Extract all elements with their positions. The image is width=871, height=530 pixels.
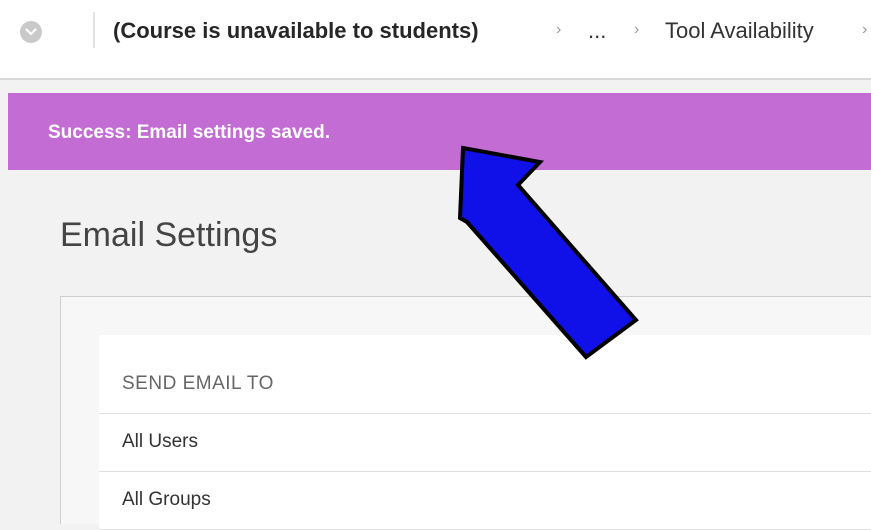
chevron-down-icon [25, 28, 37, 36]
list-item-all-groups[interactable]: All Groups [99, 472, 871, 530]
list-item-label: All Groups [122, 489, 211, 510]
divider [93, 12, 95, 48]
breadcrumb-bar: (Course is unavailable to students) › ..… [0, 0, 871, 80]
course-menu-button[interactable] [20, 21, 42, 43]
breadcrumb-course[interactable]: (Course is unavailable to students) [113, 17, 479, 45]
success-banner: Success: Email settings saved. [8, 93, 871, 170]
send-email-header: SEND EMAIL TO [99, 335, 871, 414]
email-settings-panel: SEND EMAIL TO All Users All Groups [60, 296, 871, 530]
list-item-all-users[interactable]: All Users [99, 414, 871, 472]
page-title: Email Settings [60, 216, 278, 254]
breadcrumb-separator-icon: › [862, 21, 868, 38]
breadcrumb-tool-availability[interactable]: Tool Availability [665, 17, 814, 45]
breadcrumb-ellipsis[interactable]: ... [588, 17, 606, 45]
send-email-list: SEND EMAIL TO All Users All Groups [99, 335, 871, 530]
success-message: Success: Email settings saved. [48, 122, 330, 143]
list-item-label: All Users [122, 431, 199, 452]
breadcrumb-separator-icon: › [634, 21, 640, 38]
send-email-header-label: SEND EMAIL TO [122, 373, 274, 394]
breadcrumb-separator-icon: › [556, 21, 562, 38]
